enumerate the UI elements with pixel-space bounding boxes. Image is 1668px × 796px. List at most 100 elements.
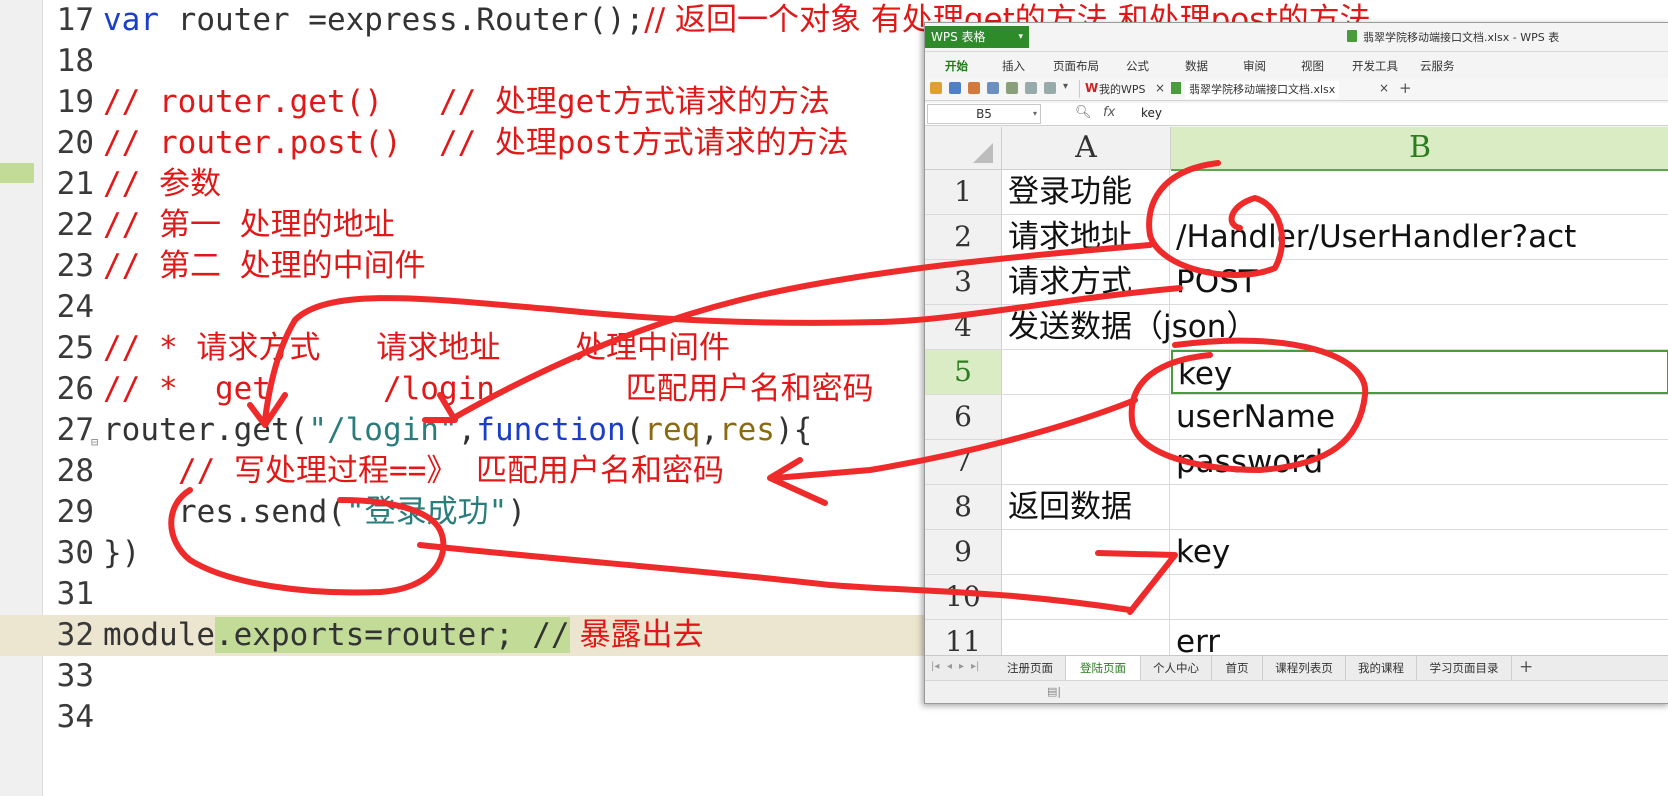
prev-sheet-icon[interactable]: ◂ [947,661,952,672]
sheet-tab-course-list[interactable]: 课程列表页 [1263,656,1346,680]
formula-input[interactable]: key [1141,106,1162,120]
menu-view[interactable]: 视图 [1301,58,1324,74]
cell-b[interactable] [1171,305,1668,349]
cell-b[interactable] [1171,485,1668,529]
undo-icon[interactable] [1025,82,1037,94]
status-view-icon[interactable]: ▤| [1047,685,1061,698]
comment-text: // * 请求方式 请求地址 处理中间件 [103,330,730,366]
wps-app-button[interactable]: WPS 表格 ▾ [925,26,1029,48]
name-box[interactable]: B5 ▾ [927,104,1041,124]
cell-a[interactable]: 请求地址 [1002,215,1170,259]
spreadsheet-grid[interactable]: A B 1 登录功能 2 请求地址/Handler/UserHandler?act 3 请… [925,127,1668,665]
cell-b[interactable] [1171,575,1668,619]
sheet-tab-home[interactable]: 首页 [1212,656,1263,680]
table-row[interactable]: 1 登录功能 [925,170,1668,215]
cell-b[interactable]: password [1171,440,1668,484]
table-row[interactable]: 6 userName [925,395,1668,440]
next-sheet-icon[interactable]: ▸ [959,661,964,672]
line-number: 28 [56,453,94,489]
cell-a[interactable]: 登录功能 [1002,170,1170,214]
line-number: 22 [56,207,94,243]
row-header[interactable]: 7 [925,440,1002,484]
open-folder-icon[interactable] [930,82,942,94]
cell-a[interactable]: 发送数据（json） [1002,305,1257,349]
cell-b[interactable]: key [1171,530,1668,574]
row-header[interactable]: 10 [925,575,1002,619]
print-preview-icon[interactable] [1006,82,1018,94]
close-tab-icon[interactable]: × [1155,81,1165,95]
table-row[interactable]: 10 [925,575,1668,620]
cell-a[interactable] [1002,350,1170,394]
code-text: router =express.Router(); [159,2,645,38]
table-row[interactable]: 7 password [925,440,1668,485]
wps-logo-icon: W [1085,81,1099,95]
function-fx-icon[interactable]: fx [1103,105,1115,120]
column-header-a[interactable]: A [1002,127,1171,170]
table-row[interactable]: 2 请求地址/Handler/UserHandler?act [925,215,1668,260]
row-header[interactable]: 5 [925,350,1002,394]
doc-tab-my-wps[interactable]: 我的WPS [1099,81,1146,99]
row-header[interactable]: 4 [925,305,1002,349]
cell-a[interactable] [1002,575,1170,619]
export-pdf-icon[interactable] [968,82,980,94]
zoom-search-icon[interactable]: 🔍︎ [1075,105,1092,120]
code-text: router.get( [103,412,309,448]
chevron-down-icon[interactable]: ▾ [1033,105,1037,123]
table-row[interactable]: 3 请求方式 POST [925,260,1668,305]
spreadsheet-file-icon [1171,82,1181,94]
print-icon[interactable] [987,82,999,94]
cell-a[interactable] [1002,530,1170,574]
customize-dropdown-icon[interactable]: ▾ [1063,81,1068,92]
formula-bar: B5 ▾ 🔍︎ fx key [925,103,1668,126]
table-row[interactable]: 9 key [925,530,1668,575]
table-row[interactable]: 8 返回数据 [925,485,1668,530]
code-text: ) [507,494,526,530]
row-header[interactable]: 6 [925,395,1002,439]
select-all-corner[interactable] [925,127,1002,170]
sheet-tab-my-courses[interactable]: 我的课程 [1346,656,1417,680]
redo-icon[interactable] [1044,82,1056,94]
row-header[interactable]: 9 [925,530,1002,574]
close-tab-icon[interactable]: × [1379,81,1389,95]
menu-formulas[interactable]: 公式 [1126,58,1149,74]
menu-insert[interactable]: 插入 [1002,58,1025,74]
table-row[interactable]: 4 发送数据（json） [925,305,1668,350]
ribbon-menu: 开始 插入 页面布局 公式 数据 审阅 视图 开发工具 云服务 [925,52,1668,78]
line-number: 29 [56,494,94,530]
keyword: function [476,412,626,448]
cell-b-selected[interactable]: key [1171,350,1668,394]
sheet-tab-study-catalog[interactable]: 学习页面目录 [1417,656,1512,680]
cell-a[interactable]: 请求方式 [1002,260,1170,304]
row-header[interactable]: 8 [925,485,1002,529]
menu-review[interactable]: 审阅 [1243,58,1266,74]
cell-a[interactable]: 返回数据 [1002,485,1170,529]
cell-b[interactable]: /Handler/UserHandler?act [1171,215,1668,259]
row-header[interactable]: 1 [925,170,1002,214]
wps-spreadsheet-window[interactable]: WPS 表格 ▾ 翡翠学院移动端接口文档.xlsx - WPS 表 开始 插入 … [924,22,1668,704]
menu-developer-tools[interactable]: 开发工具 [1352,58,1398,74]
menu-data[interactable]: 数据 [1185,58,1208,74]
menu-cloud-services[interactable]: 云服务 [1420,58,1455,74]
table-row[interactable]: 5 key [925,350,1668,395]
last-sheet-icon[interactable]: ▸| [971,661,979,672]
title-bar[interactable]: WPS 表格 ▾ 翡翠学院移动端接口文档.xlsx - WPS 表 [925,23,1668,52]
column-header-b[interactable]: B [1171,127,1668,171]
doc-tab-active-file[interactable]: 翡翠学院移动端接口文档.xlsx [1185,81,1340,99]
new-tab-plus-icon[interactable]: + [1399,79,1412,97]
first-sheet-icon[interactable]: |◂ [931,661,939,672]
sheet-tab-register[interactable]: 注册页面 [995,656,1066,680]
menu-home[interactable]: 开始 [945,58,968,74]
cell-b[interactable]: POST [1171,260,1668,304]
cell-b[interactable]: userName [1171,395,1668,439]
sheet-tab-login[interactable]: 登陆页面 [1066,656,1141,680]
sheet-tab-personal-center[interactable]: 个人中心 [1141,656,1212,680]
row-header[interactable]: 3 [925,260,1002,304]
cell-b[interactable] [1171,170,1668,214]
save-icon[interactable] [949,82,961,94]
add-sheet-plus-icon[interactable]: + [1519,657,1533,677]
row-header[interactable]: 2 [925,215,1002,259]
menu-page-layout[interactable]: 页面布局 [1053,58,1099,74]
cell-a[interactable] [1002,440,1170,484]
line-number: 21 [56,166,94,202]
cell-a[interactable] [1002,395,1170,439]
